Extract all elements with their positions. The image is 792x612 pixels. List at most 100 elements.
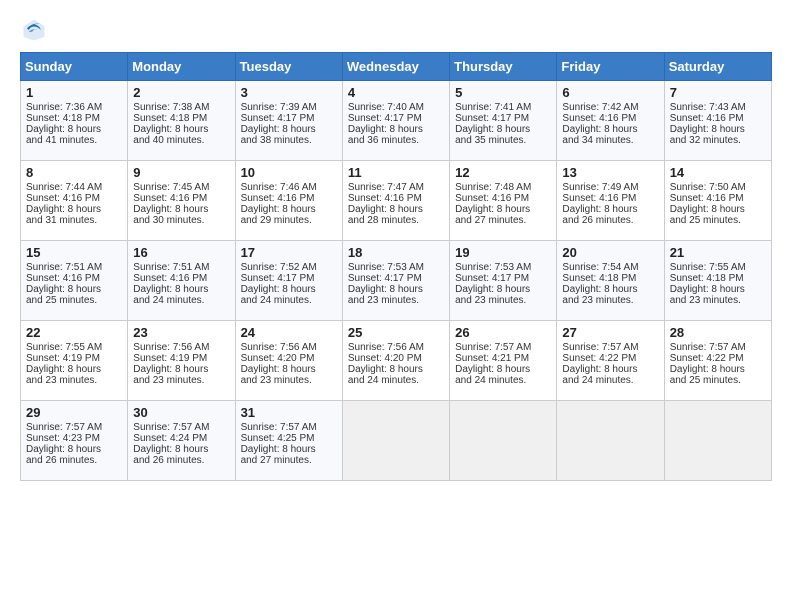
cell-line: Daylight: 8 hours [241,124,337,135]
cell-line: Sunrise: 7:53 AM [348,262,444,273]
cell-line: Sunset: 4:16 PM [562,193,658,204]
cell-line: Sunrise: 7:36 AM [26,102,122,113]
cell-line: Sunset: 4:17 PM [455,113,551,124]
cell-line: Daylight: 8 hours [670,124,766,135]
cell-line: Daylight: 8 hours [562,124,658,135]
cell-line: Sunrise: 7:57 AM [670,342,766,353]
calendar-cell [664,401,771,481]
cell-line: Sunset: 4:16 PM [26,273,122,284]
cell-line: Sunrise: 7:57 AM [562,342,658,353]
cell-line: Daylight: 8 hours [455,204,551,215]
cell-line: Sunrise: 7:38 AM [133,102,229,113]
calendar-cell: 4Sunrise: 7:40 AMSunset: 4:17 PMDaylight… [342,81,449,161]
cell-line: Sunset: 4:21 PM [455,353,551,364]
cell-line: Daylight: 8 hours [455,124,551,135]
calendar-cell: 17Sunrise: 7:52 AMSunset: 4:17 PMDayligh… [235,241,342,321]
cell-line: and 28 minutes. [348,215,444,226]
cell-line: Sunrise: 7:43 AM [670,102,766,113]
cell-line: Daylight: 8 hours [241,284,337,295]
cell-line: Sunrise: 7:57 AM [133,422,229,433]
day-number: 6 [562,85,658,100]
calendar-cell: 30 Sunrise: 7:57 AMSunset: 4:24 PMDayligh… [128,401,235,481]
cell-line: Sunset: 4:18 PM [26,113,122,124]
cell-line: and 23 minutes. [133,375,229,386]
weekday-header-saturday: Saturday [664,53,771,81]
cell-line: Sunrise: 7:51 AM [26,262,122,273]
logo [20,16,52,44]
cell-line: Sunset: 4:16 PM [241,193,337,204]
calendar-cell: 26Sunrise: 7:57 AMSunset: 4:21 PMDayligh… [450,321,557,401]
cell-line: Sunset: 4:20 PM [241,353,337,364]
calendar-cell: 28Sunrise: 7:57 AMSunset: 4:22 PMDayligh… [664,321,771,401]
day-number: 2 [133,85,229,100]
calendar-cell: 6Sunrise: 7:42 AMSunset: 4:16 PMDaylight… [557,81,664,161]
cell-line: Sunset: 4:22 PM [562,353,658,364]
week-row-1: 1 Sunrise: 7:36 AMSunset: 4:18 PM Daylight… [21,81,772,161]
cell-line: Sunset: 4:16 PM [348,193,444,204]
calendar: SundayMondayTuesdayWednesdayThursdayFrid… [20,52,772,481]
cell-line: and 25 minutes. [26,295,122,306]
cell-line: Sunset: 4:16 PM [133,193,229,204]
cell-line: and 38 minutes. [241,135,337,146]
cell-line: Sunset: 4:18 PM [670,273,766,284]
cell-line: Sunrise: 7:57 AM [26,422,122,433]
cell-line: Sunrise: 7:41 AM [455,102,551,113]
weekday-header-monday: Monday [128,53,235,81]
cell-line: and 27 minutes. [241,455,337,466]
calendar-cell: 1Sunrise: 7:36 AMSunset: 4:18 PMDaylight… [21,81,128,161]
cell-line: Sunset: 4:18 PM [562,273,658,284]
week-row-4: 22Sunrise: 7:55 AMSunset: 4:19 PMDayligh… [21,321,772,401]
cell-line: Sunset: 4:17 PM [455,273,551,284]
cell-line: Daylight: 8 hours [562,364,658,375]
cell-line: Daylight: 8 hours [348,124,444,135]
calendar-cell: 12Sunrise: 7:48 AMSunset: 4:16 PMDayligh… [450,161,557,241]
calendar-cell [450,401,557,481]
cell-line: Sunset: 4:16 PM [562,113,658,124]
calendar-cell: 27 Sunrise: 7:57 AMSunset: 4:22 PMDayligh… [557,321,664,401]
day-number: 1 [26,85,122,100]
cell-line: Daylight: 8 hours [455,364,551,375]
day-number: 9 [133,165,229,180]
cell-line: Sunrise: 7:56 AM [133,342,229,353]
day-number: 11 [348,165,444,180]
calendar-cell: 21Sunrise: 7:55 AMSunset: 4:18 PMDayligh… [664,241,771,321]
calendar-cell: 24Sunrise: 7:56 AMSunset: 4:20 PMDayligh… [235,321,342,401]
week-row-5: 29Sunrise: 7:57 AMSunset: 4:23 PMDayligh… [21,401,772,481]
calendar-body: 1Sunrise: 7:36 AMSunset: 4:18 PMDaylight… [21,81,772,481]
cell-line: Daylight: 8 hours [133,444,229,455]
day-number: 27 [562,325,658,340]
day-number: 30 [133,405,229,420]
cell-line: and 27 minutes. [455,215,551,226]
day-number: 28 [670,325,766,340]
calendar-cell: 5Sunrise: 7:41 AMSunset: 4:17 PMDaylight… [450,81,557,161]
cell-line: and 41 minutes. [26,135,122,146]
day-number: 17 [241,245,337,260]
cell-line: Sunrise: 7:45 AM [133,182,229,193]
cell-line: and 23 minutes. [455,295,551,306]
cell-line: and 24 minutes. [455,375,551,386]
cell-line: Sunrise: 7:50 AM [670,182,766,193]
cell-line: Sunrise: 7:57 AM [241,422,337,433]
cell-line: Sunrise: 7:55 AM [26,342,122,353]
calendar-cell: 13Sunrise: 7:49 AMSunset: 4:16 PMDayligh… [557,161,664,241]
cell-line: Daylight: 8 hours [455,284,551,295]
day-number: 24 [241,325,337,340]
cell-line: and 26 minutes. [26,455,122,466]
cell-line: Sunrise: 7:55 AM [670,262,766,273]
cell-line: and 23 minutes. [26,375,122,386]
cell-line: Daylight: 8 hours [348,364,444,375]
calendar-cell: 22Sunrise: 7:55 AMSunset: 4:19 PMDayligh… [21,321,128,401]
cell-line: Sunset: 4:24 PM [133,433,229,444]
calendar-cell [557,401,664,481]
cell-line: Sunset: 4:19 PM [133,353,229,364]
day-number: 21 [670,245,766,260]
cell-line: and 23 minutes. [670,295,766,306]
cell-line: Sunrise: 7:44 AM [26,182,122,193]
cell-line: Daylight: 8 hours [670,364,766,375]
weekday-header-thursday: Thursday [450,53,557,81]
cell-line: and 36 minutes. [348,135,444,146]
weekday-header-wednesday: Wednesday [342,53,449,81]
cell-line: Sunset: 4:16 PM [670,113,766,124]
cell-line: and 23 minutes. [241,375,337,386]
cell-line: Daylight: 8 hours [26,444,122,455]
